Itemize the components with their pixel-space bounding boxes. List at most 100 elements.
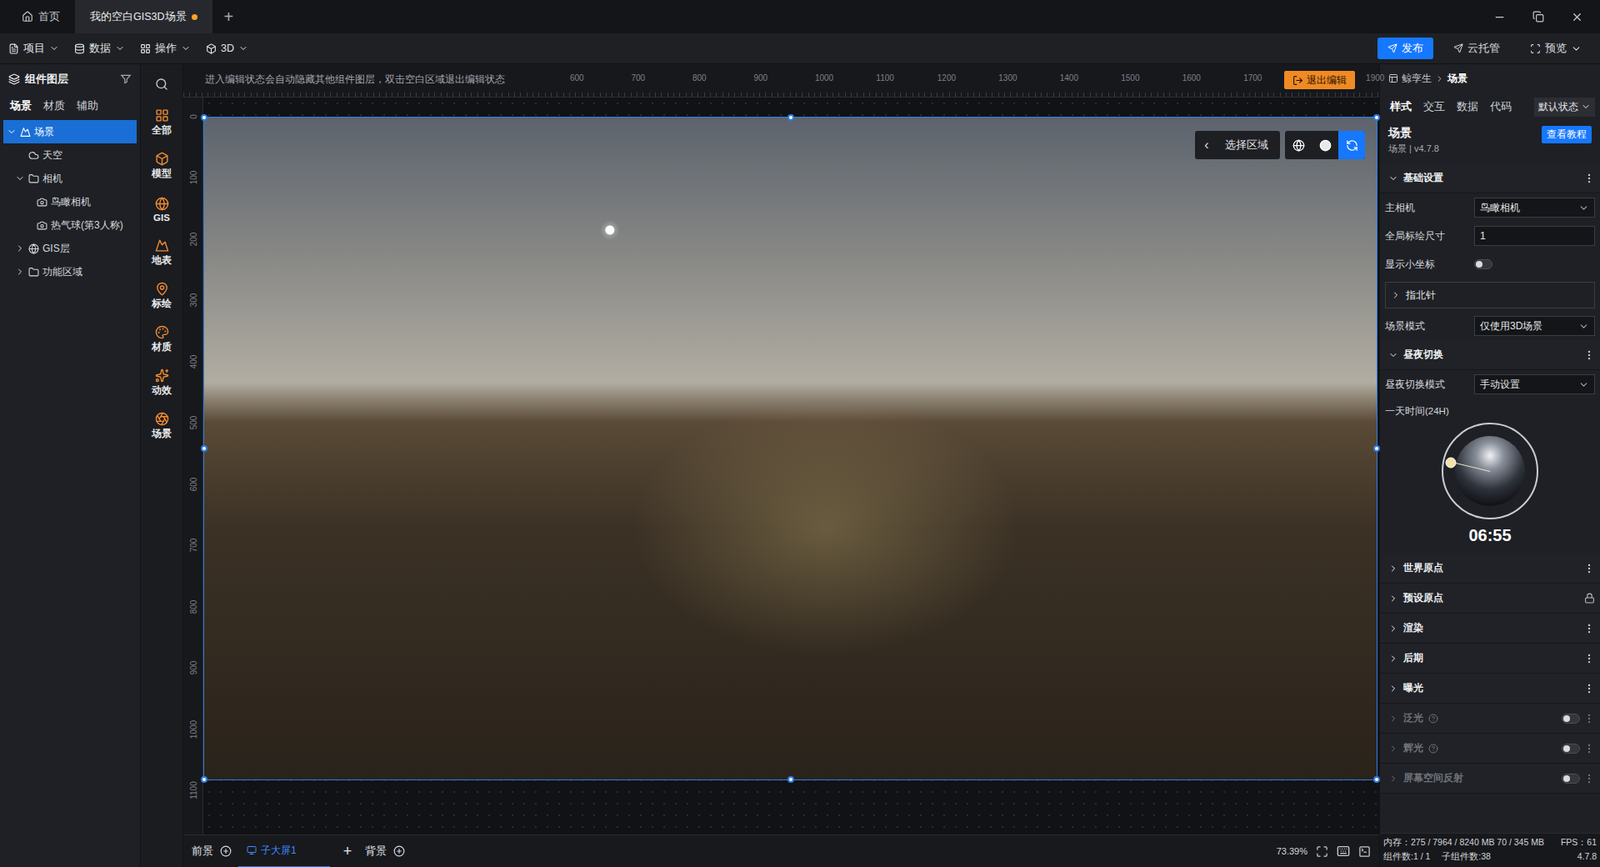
widget-item[interactable]: 标绘 [151,275,172,316]
inspector-tab[interactable]: 数据 [1456,100,1479,115]
screen-tab[interactable]: 子大屏1 [238,835,330,867]
widget-item[interactable]: 全部 [151,102,172,143]
resize-handle[interactable] [1373,775,1380,783]
chevron-right-icon[interactable] [15,266,25,277]
resize-handle[interactable] [787,114,795,121]
widget-item[interactable]: GIS [153,189,170,230]
tree-row[interactable]: 热气球(第3人称) [3,213,137,237]
inspector-tab[interactable]: 样式 [1390,100,1412,115]
keyboard-icon[interactable] [1336,844,1350,858]
view-mode-button[interactable] [1285,130,1312,160]
terminal-icon[interactable] [1358,845,1371,858]
section-header[interactable]: 预设原点 [1380,583,1600,614]
scene-viewport[interactable]: ‹选择区域 [203,116,1378,780]
action-button[interactable]: 云托管 [1443,37,1510,60]
breadcrumb-item[interactable]: 场景 [1447,72,1468,85]
more-icon[interactable] [1583,349,1595,361]
toggle-switch[interactable] [1561,773,1580,784]
breadcrumb-item[interactable]: 鲸孪生 [1401,72,1432,85]
section-header[interactable]: 泛光 [1380,703,1600,734]
more-icon[interactable] [1583,742,1595,755]
resize-handle[interactable] [1373,445,1380,452]
toggle-switch[interactable] [1474,259,1493,270]
toggle-switch[interactable] [1561,713,1580,724]
section-header[interactable]: 渲染 [1380,613,1600,644]
more-icon[interactable] [1583,682,1595,695]
tree-row[interactable]: 相机 [3,166,137,190]
more-icon[interactable] [1583,562,1595,575]
chevron-down-icon[interactable] [6,126,17,137]
toggle-switch[interactable] [1561,743,1580,754]
help-icon[interactable] [1428,713,1439,724]
dial-knob[interactable] [1445,457,1457,469]
search-icon[interactable] [155,77,169,91]
inspector-tab[interactable]: 交互 [1423,100,1445,115]
widget-item[interactable]: 材质 [151,319,172,360]
inspector-tab[interactable]: 代码 [1490,100,1512,115]
region-select[interactable]: ‹选择区域 [1195,130,1280,160]
section-header[interactable]: 后期 [1380,643,1600,674]
chevron-right-icon[interactable] [15,243,25,254]
select-field[interactable]: 手动设置 [1474,374,1595,395]
window-tab[interactable]: 首页 [6,0,75,34]
zoom-level[interactable]: 73.39% [1276,845,1308,856]
section-header[interactable]: 昼夜切换 [1380,340,1600,370]
view-mode-button[interactable] [1338,130,1365,160]
more-icon[interactable] [1583,772,1595,785]
restore-icon[interactable] [1532,10,1545,23]
input-field[interactable]: 1 [1474,225,1595,246]
select-field[interactable]: 仅使用3D场景 [1474,315,1595,336]
menu-item[interactable]: 项目 [8,41,60,56]
widget-item[interactable]: 动效 [151,362,172,403]
more-icon[interactable] [1583,652,1595,665]
resize-handle[interactable] [200,445,208,452]
select-field[interactable]: 鸟瞰相机 [1474,197,1595,218]
section-header[interactable]: 基础设置 [1380,163,1600,194]
exit-edit-button[interactable]: 退出编辑 [1284,70,1355,90]
tree-row[interactable]: 功能区域 [3,260,137,284]
fit-icon[interactable] [1315,845,1329,858]
widget-item[interactable]: 地表 [151,232,172,273]
close-icon[interactable] [1570,10,1584,24]
tree-row[interactable]: GIS层 [3,236,137,260]
resize-handle[interactable] [200,114,208,121]
help-icon[interactable] [1428,743,1439,754]
minimize-icon[interactable] [1493,10,1506,24]
section-header[interactable]: 辉光 [1380,733,1600,764]
state-select[interactable]: 默认状态 [1534,97,1595,117]
dial-ring[interactable] [1441,422,1539,520]
widget-item[interactable]: 场景 [151,405,172,446]
menu-item[interactable]: 操作 [140,41,191,56]
back-button[interactable]: ‹ [1195,137,1219,153]
filter-icon[interactable] [120,73,132,85]
view-mode-button[interactable] [1311,130,1339,160]
tree-row[interactable]: 鸟瞰相机 [3,190,137,214]
more-icon[interactable] [1583,712,1595,725]
resize-handle[interactable] [787,775,795,783]
tree-row[interactable]: 场景 [3,120,137,144]
section-header[interactable]: 屏幕空间反射 [1380,763,1600,794]
more-icon[interactable] [1583,622,1595,635]
section-header[interactable]: 世界原点 [1380,553,1600,584]
add-foreground-icon[interactable] [220,845,232,857]
layer-tab[interactable]: 辅助 [76,99,99,114]
tutorial-button[interactable]: 查看教程 [1541,125,1592,144]
new-tab-button[interactable]: + [212,0,246,34]
resize-handle[interactable] [200,775,208,783]
layer-tab[interactable]: 场景 [10,99,32,114]
resize-handle[interactable] [1373,114,1380,121]
action-button[interactable]: 发布 [1377,37,1434,60]
window-tab[interactable]: 我的空白GIS3D场景 [75,0,213,34]
more-icon[interactable] [1583,172,1595,185]
chevron-down-icon[interactable] [15,173,25,184]
section-header[interactable]: 曝光 [1380,673,1600,704]
field-group[interactable]: 指北针 [1385,281,1595,309]
add-screen-button[interactable]: + [336,842,360,860]
add-background-icon[interactable] [393,845,405,857]
menu-item[interactable]: 数据 [74,41,125,56]
lock-icon[interactable] [1584,592,1595,604]
menu-item[interactable]: 3D [205,42,249,55]
widget-item[interactable]: 模型 [151,145,172,186]
tree-row[interactable]: 天空 [3,143,137,167]
action-button[interactable]: 预览 [1520,37,1592,60]
